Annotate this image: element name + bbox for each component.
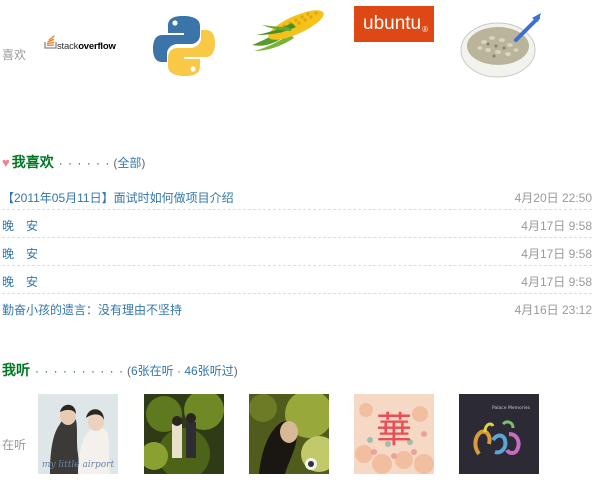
album-caption: my little airport xyxy=(42,460,115,470)
list-item: 【2011年05月11日】面试时如何做项目介绍 4月20日 22:50 xyxy=(2,182,592,210)
ubuntu-logo[interactable]: ubuntu ® xyxy=(354,6,434,42)
like-item-link[interactable]: 晚 安 xyxy=(2,245,38,262)
my-likes-dots: · · · · · · xyxy=(58,156,111,170)
listened-link[interactable]: 46张听过 xyxy=(184,364,233,378)
now-listening-link[interactable]: 6张在听 xyxy=(131,364,174,378)
album-glyph: 華 xyxy=(376,410,412,451)
like-item-time: 4月17日 9:58 xyxy=(521,275,592,289)
album-cover-3[interactable] xyxy=(249,394,329,474)
heart-icon: ♥ xyxy=(2,155,10,170)
my-likes-all-paren: (全部) xyxy=(113,156,146,170)
all-likes-link[interactable]: 全部 xyxy=(117,156,141,170)
list-item: 晚 安 4月17日 9:58 xyxy=(2,210,592,238)
list-item: 晚 安 4月17日 9:58 xyxy=(2,238,592,266)
my-likes-title: 我喜欢 xyxy=(11,154,54,170)
listening-dots: · · · · · · · · · · xyxy=(35,364,124,378)
like-item-link[interactable]: 晚 安 xyxy=(2,273,38,290)
my-likes-header: ♥ 我喜欢 · · · · · · (全部) xyxy=(2,152,145,172)
album-caption: Palace Memories xyxy=(492,405,531,411)
likes-label: 喜欢 xyxy=(2,48,27,62)
stackoverflow-logo[interactable]: stackoverflow xyxy=(42,30,118,60)
like-list: 【2011年05月11日】面试时如何做项目介绍 4月20日 22:50 晚 安 … xyxy=(2,182,592,322)
like-item-time: 4月17日 9:58 xyxy=(521,247,592,261)
like-item-link[interactable]: 晚 安 xyxy=(2,217,38,234)
album-cover-2[interactable] xyxy=(144,394,224,474)
list-item: 勤奋小孩的遗言：没有理由不坚持 4月16日 23:12 xyxy=(2,294,592,322)
album-cover-5[interactable]: Palace Memories xyxy=(459,394,539,474)
soup-bowl-image[interactable] xyxy=(458,12,542,82)
list-item: 晚 安 4月17日 9:58 xyxy=(2,266,592,294)
like-item-link[interactable]: 【2011年05月11日】面试时如何做项目介绍 xyxy=(2,189,234,206)
corn-image[interactable] xyxy=(248,5,328,53)
listening-header: 我听 · · · · · · · · · · (6张在听 · 46张听过) xyxy=(2,360,238,380)
stackoverflow-wordmark: stackoverflow xyxy=(57,41,116,52)
listening-label: 在听 xyxy=(2,438,27,452)
like-item-time: 4月17日 9:58 xyxy=(521,219,592,233)
like-item-time: 4月20日 22:50 xyxy=(514,191,592,205)
album-cover-1[interactable]: my little airport xyxy=(38,394,118,474)
listening-counts: (6张在听 · 46张听过) xyxy=(126,364,238,378)
like-item-link[interactable]: 勤奋小孩的遗言：没有理由不坚持 xyxy=(2,301,182,318)
stackoverflow-bars-icon xyxy=(44,35,57,49)
python-logo[interactable] xyxy=(150,12,218,80)
listening-title: 我听 xyxy=(2,362,30,378)
like-item-time: 4月16日 23:12 xyxy=(514,303,592,317)
album-cover-4[interactable]: 華 xyxy=(354,394,434,474)
